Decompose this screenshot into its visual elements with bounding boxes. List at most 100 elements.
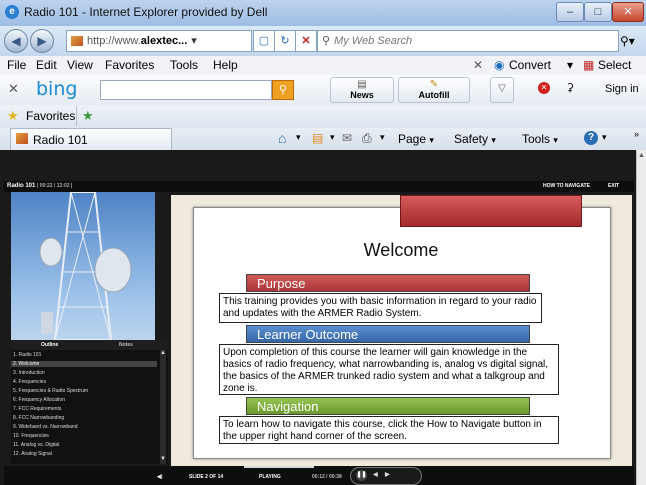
tab-favicon-icon <box>16 133 28 144</box>
outline-scrollbar[interactable]: ▲ ▼ <box>160 350 166 464</box>
stop-icon[interactable]: ✕ <box>295 30 317 52</box>
exit-button[interactable]: EXIT <box>608 183 619 189</box>
command-bar: Radio 101 ⌂ ▾ ▤ ▾ ✉ ⎙ ▾ Page ▾ Safety ▾ … <box>0 128 646 151</box>
course-title: Radio 101 <box>7 183 36 189</box>
volume-icon[interactable]: ◀) <box>157 474 163 480</box>
autofill-icon: ✎ <box>429 79 439 90</box>
previous-slide-button[interactable]: ◀ <box>373 471 378 478</box>
page-dropdown-icon: ▾ <box>429 135 434 145</box>
tab-outline[interactable]: Outline <box>41 342 58 348</box>
compatibility-icon[interactable]: ▢ <box>253 30 275 52</box>
safety-menu[interactable]: Safety ▾ <box>454 132 496 146</box>
help-dropdown-icon[interactable]: ▾ <box>602 132 607 143</box>
refresh-icon[interactable]: ↻ <box>274 30 296 52</box>
bing-logo: bing <box>36 78 78 100</box>
convert-dropdown-icon[interactable]: ▾ <box>567 58 573 72</box>
outline-item[interactable]: 11. Analog vs. Digital <box>13 442 59 448</box>
autofill-button[interactable]: ✎ Autofill <box>398 77 470 103</box>
key-icon[interactable]: ⚳ <box>566 81 574 94</box>
pause-button[interactable]: ❚❚ <box>356 470 367 481</box>
news-icon: ▤ <box>357 79 367 90</box>
outline-item[interactable]: 1. Radio 101 <box>13 352 41 358</box>
close-button[interactable]: ✕ <box>612 2 644 22</box>
outline-item-current[interactable]: 2. Welcome <box>11 361 157 367</box>
sidebar-tabs: Outline Notes <box>11 340 168 350</box>
outline-item[interactable]: 9. Wideband vs. Narrowband <box>13 424 77 430</box>
url-dropdown-icon[interactable]: ▾ <box>191 35 197 47</box>
menu-favorites[interactable]: Favorites <box>105 58 154 72</box>
menu-bar: File Edit View Favorites Tools Help ✕ ◉ … <box>0 56 646 76</box>
outline-item[interactable]: 6. Frequency Allocation <box>13 397 65 403</box>
more-commands-icon[interactable]: » <box>634 129 639 139</box>
menu-tools[interactable]: Tools <box>170 58 198 72</box>
blocked-icon[interactable]: ✕ <box>538 82 550 94</box>
outline-item[interactable]: 5. Frequencies & Radio Spectrum <box>13 388 88 394</box>
outline-scroll-up-icon[interactable]: ▲ <box>160 350 166 356</box>
page-menu[interactable]: Page ▾ <box>398 132 434 146</box>
print-icon[interactable]: ⎙ <box>362 131 372 146</box>
playback-controls: ❚❚ ◀ ▶ <box>350 467 422 485</box>
outline-scroll-down-icon[interactable]: ▼ <box>160 456 166 462</box>
outline-item[interactable]: 7. FCC Requirements <box>13 406 61 412</box>
player-top-bar: Radio 101 | 00:22 / 12:02 | HOW TO NAVIG… <box>4 181 634 192</box>
progress-indicator[interactable] <box>244 466 314 468</box>
web-search-input[interactable]: ⚲ My Web Search <box>317 30 619 52</box>
menu-edit[interactable]: Edit <box>36 58 57 72</box>
outline-item[interactable]: 4. Frequencies <box>13 379 46 385</box>
bing-options-dropdown[interactable]: ▽ <box>490 77 514 103</box>
home-icon[interactable]: ⌂ <box>278 130 286 146</box>
scroll-up-icon[interactable]: ▲ <box>638 152 645 159</box>
home-dropdown-icon[interactable]: ▾ <box>296 132 301 143</box>
favorites-button[interactable]: Favorites <box>26 109 75 123</box>
print-dropdown-icon[interactable]: ▾ <box>380 132 385 143</box>
convert-button[interactable]: Convert <box>509 58 551 72</box>
favorites-bar: ★ Favorites ★ <box>0 105 646 129</box>
bing-search-button[interactable]: ⚲ <box>272 80 294 100</box>
outline-item[interactable]: 10. Frequencies <box>13 433 49 439</box>
forward-button[interactable]: ▶ <box>30 29 54 53</box>
maximize-button[interactable]: □ <box>584 2 612 22</box>
search-placeholder: My Web Search <box>334 35 413 47</box>
mail-icon[interactable]: ✉ <box>342 131 352 145</box>
tab-notes[interactable]: Notes <box>119 342 133 348</box>
how-to-navigate-button[interactable]: HOW TO NAVIGATE <box>543 183 590 189</box>
tab-title: Radio 101 <box>33 133 88 147</box>
learner-outcome-heading: Learner Outcome <box>246 325 530 343</box>
url-field[interactable]: http://www.alextec... ▾ <box>66 30 252 52</box>
address-bar: ◀ ▶ http://www.alextec... ▾ ▢ ↻ ✕ ⚲ My Web… <box>0 26 646 56</box>
help-icon[interactable]: ? <box>584 131 598 145</box>
news-button[interactable]: ▤ News <box>330 77 394 103</box>
menu-help[interactable]: Help <box>213 58 238 72</box>
favorites-divider <box>76 106 77 126</box>
menu-file[interactable]: File <box>7 58 26 72</box>
slide-header-decoration <box>400 195 582 227</box>
ie-logo-icon: e <box>5 5 19 19</box>
feeds-icon[interactable]: ▤ <box>312 131 323 145</box>
tools-menu-label: Tools <box>522 132 551 146</box>
window-title: Radio 101 - Internet Explorer provided b… <box>24 5 268 19</box>
outline-item[interactable]: 8. FCC Narrowbanding <box>13 415 64 421</box>
page-scrollbar[interactable]: ▲ <box>636 150 646 485</box>
feeds-dropdown-icon[interactable]: ▾ <box>330 132 335 143</box>
course-time: | 00:22 / 12:02 | <box>37 183 73 189</box>
purpose-text: This training provides you with basic in… <box>219 293 542 323</box>
navigation-heading: Navigation <box>246 397 530 415</box>
back-button[interactable]: ◀ <box>4 29 28 53</box>
radio-tower-image <box>11 192 155 340</box>
select-button[interactable]: Select <box>598 58 631 72</box>
menu-view[interactable]: View <box>67 58 93 72</box>
search-go-icon[interactable]: ⚲▾ <box>620 34 635 48</box>
tools-menu[interactable]: Tools ▾ <box>522 132 558 146</box>
outline-item[interactable]: 12. Analog Signal <box>13 451 52 457</box>
sign-in-link[interactable]: Sign in <box>605 83 639 95</box>
tools-dropdown-icon: ▾ <box>553 135 558 145</box>
bing-toolbar: ✕ bing ⚲ ▤ News ✎ Autofill ▽ ✕ ⚳ Sign in <box>0 75 646 106</box>
tab-radio-101[interactable]: Radio 101 <box>10 128 172 151</box>
add-favorite-icon[interactable]: ★ <box>82 108 94 124</box>
minimize-button[interactable]: – <box>556 2 584 22</box>
close-bing-toolbar-icon[interactable]: ✕ <box>8 81 19 97</box>
close-toolbar-icon[interactable]: ✕ <box>473 58 483 72</box>
bing-search-input[interactable] <box>100 80 272 100</box>
outline-item[interactable]: 3. Introduction <box>13 370 45 376</box>
next-slide-button[interactable]: ▶ <box>385 471 390 478</box>
